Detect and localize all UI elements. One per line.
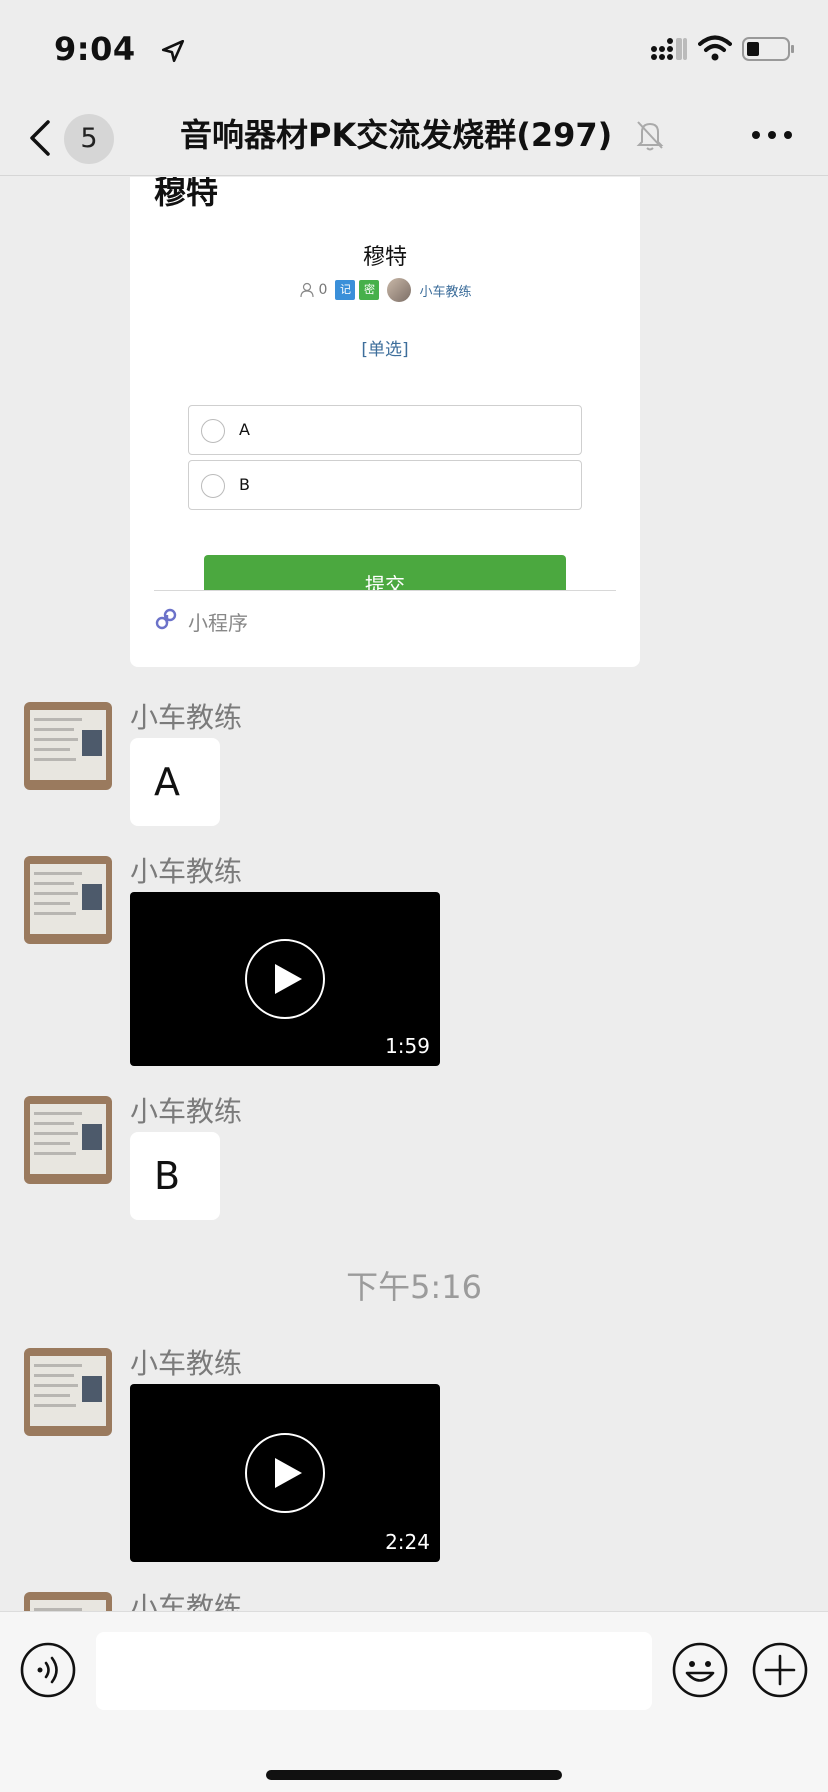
poll-author-avatar bbox=[387, 278, 412, 302]
video-message[interactable]: 1:59 bbox=[130, 892, 440, 1066]
video-duration: 2:24 bbox=[385, 1530, 430, 1554]
cellular-signal-icon bbox=[651, 38, 687, 60]
poll-option-b[interactable]: B bbox=[188, 460, 582, 510]
message-input[interactable] bbox=[96, 1632, 652, 1710]
home-indicator bbox=[266, 1770, 562, 1780]
poll-option-label: B bbox=[239, 475, 250, 494]
person-icon bbox=[299, 282, 314, 298]
play-icon bbox=[245, 1433, 325, 1513]
avatar[interactable] bbox=[24, 1592, 112, 1611]
back-button[interactable]: 5 bbox=[26, 114, 120, 164]
status-time: 9:04 bbox=[54, 30, 136, 68]
wifi-icon bbox=[698, 35, 732, 61]
poll-option-label: A bbox=[239, 420, 250, 439]
poll-title: 穆特 bbox=[362, 245, 407, 270]
unread-count-badge: 5 bbox=[64, 114, 114, 164]
poll-meta: 0 记 密 小车教练 bbox=[154, 277, 616, 303]
plus-icon[interactable] bbox=[752, 1642, 808, 1698]
avatar[interactable] bbox=[24, 702, 112, 790]
avatar[interactable] bbox=[24, 1348, 112, 1436]
mini-program-card[interactable]: 穆特 穆特 0 记 密 小车教练 [单选] A B 提交 小程序 bbox=[130, 177, 640, 667]
secret-tag: 密 bbox=[359, 280, 380, 300]
sender-name: 小车教练 bbox=[130, 1591, 243, 1611]
chat-header: 5 音响器材PK交流发烧群(297) bbox=[0, 100, 828, 176]
mini-program-title: 穆特 bbox=[154, 177, 219, 211]
chevron-left-icon bbox=[30, 120, 50, 156]
record-tag: 记 bbox=[335, 280, 356, 300]
radio-button[interactable] bbox=[201, 474, 225, 498]
sender-name: 小车教练 bbox=[130, 855, 243, 888]
text-bubble[interactable]: B bbox=[130, 1132, 220, 1220]
poll-preview: 穆特 0 记 密 小车教练 [单选] A B 提交 bbox=[154, 225, 616, 591]
radio-button[interactable] bbox=[201, 419, 225, 443]
more-icon[interactable] bbox=[750, 120, 794, 150]
play-icon bbox=[245, 939, 325, 1019]
emoji-icon[interactable] bbox=[672, 1642, 728, 1698]
poll-option-a[interactable]: A bbox=[188, 405, 582, 455]
mini-program-icon bbox=[155, 608, 177, 630]
time-separator: 下午5:16 bbox=[346, 1268, 482, 1306]
voice-input-icon[interactable] bbox=[20, 1642, 76, 1698]
avatar[interactable] bbox=[24, 1096, 112, 1184]
submit-button[interactable]: 提交 bbox=[204, 555, 566, 591]
sender-name: 小车教练 bbox=[130, 1095, 243, 1128]
sender-name: 小车教练 bbox=[130, 1347, 243, 1380]
battery-icon bbox=[742, 37, 794, 61]
avatar[interactable] bbox=[24, 856, 112, 944]
video-duration: 1:59 bbox=[385, 1034, 430, 1058]
bell-muted-icon bbox=[636, 121, 664, 151]
chat-title: 音响器材PK交流发烧群(297) bbox=[180, 116, 613, 154]
poll-type: [单选] bbox=[361, 340, 409, 360]
sender-name: 小车教练 bbox=[130, 701, 243, 734]
poll-author: 小车教练 bbox=[419, 284, 472, 300]
location-arrow-icon bbox=[161, 39, 185, 63]
input-bar bbox=[0, 1611, 828, 1792]
text-bubble[interactable]: A bbox=[130, 738, 220, 826]
video-message[interactable]: 2:24 bbox=[130, 1384, 440, 1562]
status-bar: 9:04 bbox=[0, 0, 828, 100]
divider bbox=[154, 590, 616, 591]
mini-program-label: 小程序 bbox=[188, 611, 248, 635]
participant-count: 0 bbox=[318, 282, 328, 298]
message-list[interactable]: 穆特 穆特 0 记 密 小车教练 [单选] A B 提交 小程序 小车教练 A … bbox=[0, 177, 828, 1611]
